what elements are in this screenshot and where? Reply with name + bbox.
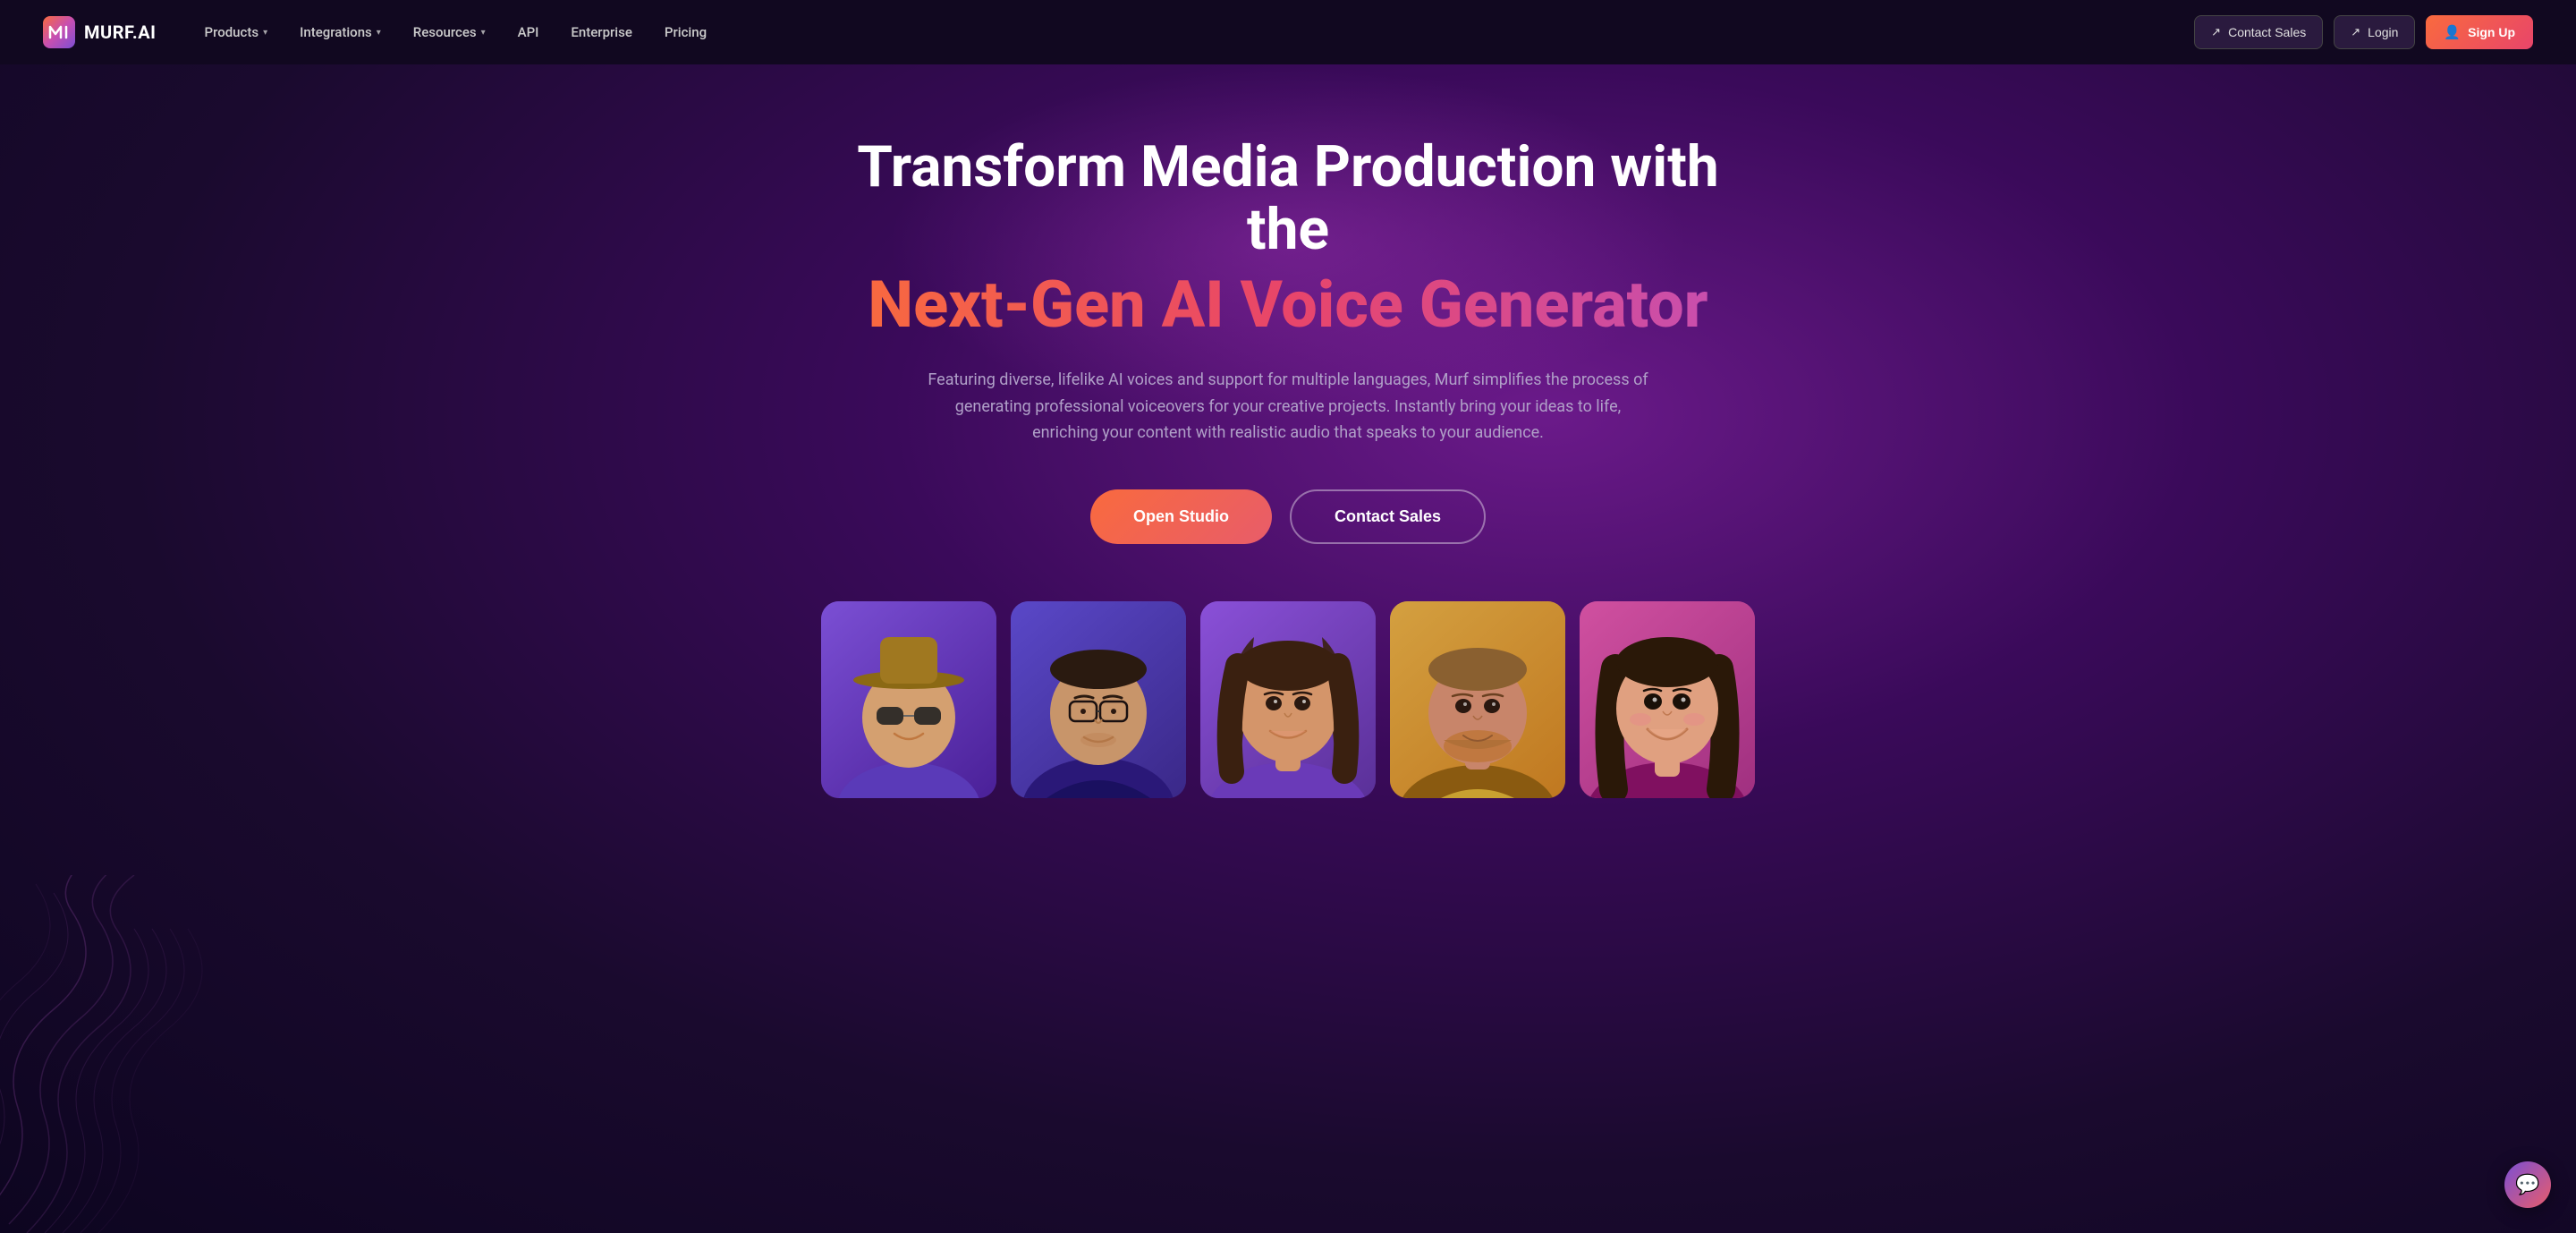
hero-content: Transform Media Production with the Next… bbox=[850, 136, 1726, 601]
avatar-person-2 bbox=[1011, 601, 1186, 798]
logo[interactable]: MURF.AI bbox=[43, 16, 157, 48]
navbar: MURF.AI Products ▾ Integrations ▾ Resour… bbox=[0, 0, 2576, 64]
avatar-card-3 bbox=[1200, 601, 1376, 798]
chat-icon: 💬 bbox=[2515, 1174, 2539, 1196]
avatar-person-3 bbox=[1200, 601, 1376, 798]
open-studio-button[interactable]: Open Studio bbox=[1090, 489, 1272, 544]
avatar-cards-row bbox=[821, 601, 1755, 798]
nav-item-products[interactable]: Products ▾ bbox=[192, 17, 281, 47]
wave-decoration bbox=[0, 875, 250, 1233]
nav-contact-sales-button[interactable]: ↗ Contact Sales bbox=[2194, 15, 2323, 49]
nav-left: MURF.AI Products ▾ Integrations ▾ Resour… bbox=[43, 16, 719, 48]
avatar-card-5 bbox=[1580, 601, 1755, 798]
avatar-card-2 bbox=[1011, 601, 1186, 798]
nav-signup-button[interactable]: 👤 Sign Up bbox=[2426, 15, 2533, 49]
nav-item-resources[interactable]: Resources ▾ bbox=[401, 17, 498, 47]
nav-right: ↗ Contact Sales ↗ Login 👤 Sign Up bbox=[2194, 15, 2533, 49]
logo-text: MURF.AI bbox=[84, 21, 157, 43]
avatar-card-4 bbox=[1390, 601, 1565, 798]
nav-item-enterprise[interactable]: Enterprise bbox=[558, 17, 644, 47]
hero-title-line2: Next-Gen AI Voice Generator bbox=[850, 269, 1726, 340]
avatar-person-1 bbox=[821, 601, 996, 798]
hero-title-line1: Transform Media Production with the bbox=[850, 136, 1726, 262]
chat-bubble-button[interactable]: 💬 bbox=[2504, 1161, 2551, 1208]
hero-subtitle: Featuring diverse, lifelike AI voices an… bbox=[921, 367, 1655, 446]
avatar-card-1 bbox=[821, 601, 996, 798]
avatar-person-4 bbox=[1390, 601, 1565, 798]
chevron-down-icon: ▾ bbox=[481, 28, 486, 38]
hero-section: Transform Media Production with the Next… bbox=[0, 64, 2576, 1233]
arrow-icon: ↗ bbox=[2211, 25, 2221, 39]
hero-cta-buttons: Open Studio Contact Sales bbox=[850, 489, 1726, 544]
nav-item-integrations[interactable]: Integrations ▾ bbox=[287, 17, 394, 47]
nav-item-pricing[interactable]: Pricing bbox=[652, 17, 719, 47]
chevron-down-icon: ▾ bbox=[263, 28, 267, 38]
person-icon: 👤 bbox=[2444, 24, 2461, 40]
avatar-person-5 bbox=[1580, 601, 1755, 798]
nav-item-api[interactable]: API bbox=[505, 17, 552, 47]
arrow-icon: ↗ bbox=[2351, 25, 2360, 39]
nav-login-button[interactable]: ↗ Login bbox=[2334, 15, 2415, 49]
chevron-down-icon: ▾ bbox=[377, 28, 381, 38]
contact-sales-hero-button[interactable]: Contact Sales bbox=[1290, 489, 1486, 544]
nav-links: Products ▾ Integrations ▾ Resources ▾ AP… bbox=[192, 17, 720, 47]
